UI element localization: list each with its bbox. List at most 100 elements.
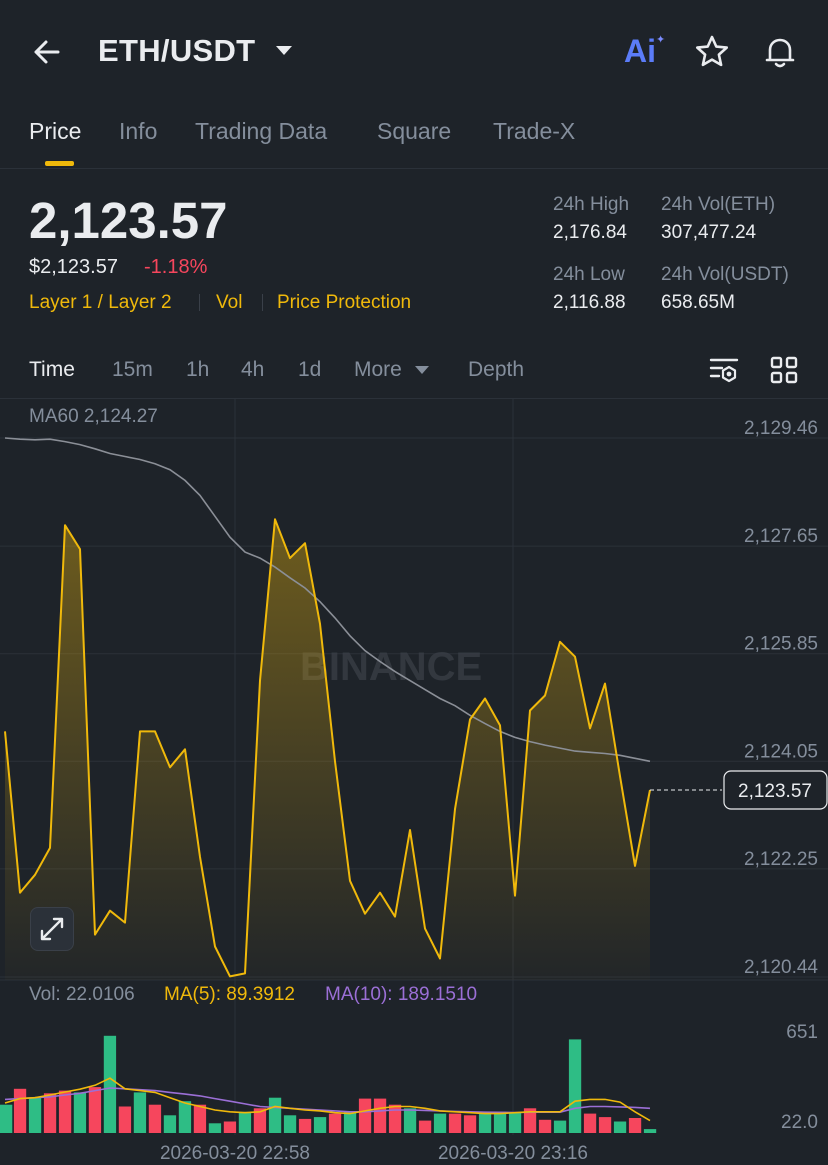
vol-quote-label: 24h Vol(USDT) bbox=[661, 264, 789, 285]
volume-bar bbox=[103, 1035, 117, 1133]
volume-bar bbox=[163, 1115, 177, 1133]
volume-bar bbox=[388, 1104, 402, 1133]
tag-vol[interactable]: Vol bbox=[216, 292, 242, 314]
volume-axis: 651 22.0 bbox=[781, 1022, 818, 1133]
indicator-settings-icon[interactable] bbox=[708, 354, 740, 386]
time-axis: 2026-03-20 22:58 2026-03-20 23:16 bbox=[160, 1143, 588, 1164]
volume-bar bbox=[58, 1090, 72, 1133]
volume-bar bbox=[493, 1111, 507, 1133]
interval-4h[interactable]: 4h bbox=[241, 358, 264, 382]
price-chart[interactable]: BINANCE 2,129.462,127.652,125.852,124.05… bbox=[0, 398, 828, 1165]
volume-bar bbox=[313, 1117, 327, 1133]
interval-15m[interactable]: 15m bbox=[112, 358, 153, 382]
volume-bar bbox=[373, 1098, 387, 1133]
volume-tick-label: 22.0 bbox=[781, 1112, 818, 1133]
interval-depth[interactable]: Depth bbox=[468, 358, 524, 382]
grid-layout-icon[interactable] bbox=[768, 354, 800, 386]
volume-bar bbox=[0, 1104, 13, 1133]
chart-grid bbox=[0, 398, 828, 1135]
current-price-marker: 2,123.57 bbox=[650, 770, 828, 810]
volume-bar bbox=[28, 1097, 42, 1133]
tab-square[interactable]: Square bbox=[377, 118, 451, 145]
vol-base-label: 24h Vol(ETH) bbox=[661, 194, 776, 215]
volume-bar bbox=[433, 1113, 447, 1133]
volume-bar bbox=[583, 1113, 597, 1133]
volume-ma10-series bbox=[4, 1087, 651, 1114]
tab-info[interactable]: Info bbox=[119, 118, 157, 145]
volume-bar bbox=[283, 1115, 297, 1133]
tab-trade-x[interactable]: Trade-X bbox=[493, 118, 575, 145]
volume-bar bbox=[298, 1118, 312, 1133]
ma60-legend: MA60 2,124.27 bbox=[29, 406, 158, 427]
volume-bar bbox=[73, 1092, 87, 1133]
price-axis: 2,129.46 2,127.65 2,125.85 2,124.05 2,122.25… bbox=[744, 418, 818, 978]
interval-more[interactable]: More bbox=[354, 358, 402, 382]
volume-bar bbox=[418, 1120, 432, 1133]
volume-bar bbox=[508, 1112, 522, 1133]
tab-price[interactable]: Price bbox=[29, 118, 81, 145]
volume-bar bbox=[133, 1092, 147, 1133]
high-label: 24h High bbox=[553, 194, 630, 215]
chevron-down-icon[interactable] bbox=[415, 366, 429, 374]
chart-top-border bbox=[0, 398, 828, 399]
star-icon[interactable] bbox=[694, 34, 730, 70]
time-tick-label: 2026-03-20 22:58 bbox=[160, 1143, 310, 1164]
volume-bar bbox=[403, 1108, 417, 1133]
current-price-label: 2,123.57 bbox=[738, 781, 812, 802]
price-change-percent: -1.18% bbox=[144, 256, 208, 278]
active-tab-indicator bbox=[45, 161, 74, 166]
time-tick-label: 2026-03-20 23:16 bbox=[438, 1143, 588, 1164]
price-tick-label: 2,129.46 bbox=[744, 418, 818, 439]
bell-icon[interactable] bbox=[762, 34, 798, 70]
interval-1h[interactable]: 1h bbox=[186, 358, 209, 382]
tag-price-protection[interactable]: Price Protection bbox=[277, 292, 411, 314]
volume-bar bbox=[208, 1123, 222, 1133]
usd-price: $2,123.57 bbox=[29, 256, 118, 278]
interval-1d[interactable]: 1d bbox=[298, 358, 321, 382]
volume-bar bbox=[463, 1115, 477, 1133]
volume-bar bbox=[628, 1118, 642, 1133]
tag-layer[interactable]: Layer 1 / Layer 2 bbox=[29, 292, 172, 314]
volume-ma5-series bbox=[4, 1077, 651, 1122]
vol-quote-value: 658.65M bbox=[661, 292, 735, 313]
expand-icon bbox=[40, 917, 64, 941]
volume-ma-lines bbox=[4, 1077, 651, 1122]
volume-ma5-legend: MA(5): 89.3912 bbox=[164, 984, 295, 1005]
volume-bar bbox=[343, 1111, 357, 1133]
high-value: 2,176.84 bbox=[553, 222, 627, 243]
vol-base-value: 307,477.24 bbox=[661, 222, 757, 243]
volume-bar bbox=[88, 1087, 102, 1133]
back-arrow-icon[interactable] bbox=[28, 32, 68, 72]
price-area bbox=[5, 519, 650, 980]
tag-divider bbox=[262, 294, 263, 311]
price-tick-label: 2,124.05 bbox=[744, 741, 818, 762]
price-tick-label: 2,125.85 bbox=[744, 634, 818, 655]
price-tick-label: 2,127.65 bbox=[744, 526, 818, 547]
volume-bar bbox=[268, 1097, 282, 1133]
volume-bar bbox=[13, 1088, 27, 1133]
volume-bar bbox=[223, 1121, 237, 1133]
volume-bar bbox=[148, 1104, 162, 1133]
volume-bar bbox=[193, 1104, 207, 1133]
price-tick-label: 2,122.25 bbox=[744, 849, 818, 870]
volume-bar bbox=[328, 1113, 342, 1133]
pair-title[interactable]: ETH/USDT bbox=[98, 33, 255, 69]
interval-time[interactable]: Time bbox=[29, 358, 75, 382]
price-area-fill bbox=[5, 519, 650, 980]
volume-bar bbox=[238, 1111, 252, 1133]
fullscreen-button[interactable] bbox=[30, 907, 74, 951]
price-tick-label: 2,120.44 bbox=[744, 957, 818, 978]
volume-bar bbox=[643, 1129, 657, 1133]
volume-bar bbox=[358, 1098, 372, 1133]
volume-ma10-legend: MA(10): 189.1510 bbox=[325, 984, 478, 1005]
volume-bar bbox=[538, 1119, 552, 1133]
volume-legend: Vol: 22.0106 bbox=[29, 984, 135, 1005]
volume-bar bbox=[553, 1120, 567, 1133]
chevron-down-icon[interactable] bbox=[276, 46, 292, 55]
volume-bar bbox=[598, 1117, 612, 1133]
ai-icon[interactable]: Ai bbox=[624, 33, 656, 70]
tab-trading-data[interactable]: Trading Data bbox=[195, 118, 327, 145]
low-label: 24h Low bbox=[553, 264, 625, 285]
sparkle-icon: ✦ bbox=[656, 34, 666, 46]
volume-bar bbox=[448, 1113, 462, 1133]
